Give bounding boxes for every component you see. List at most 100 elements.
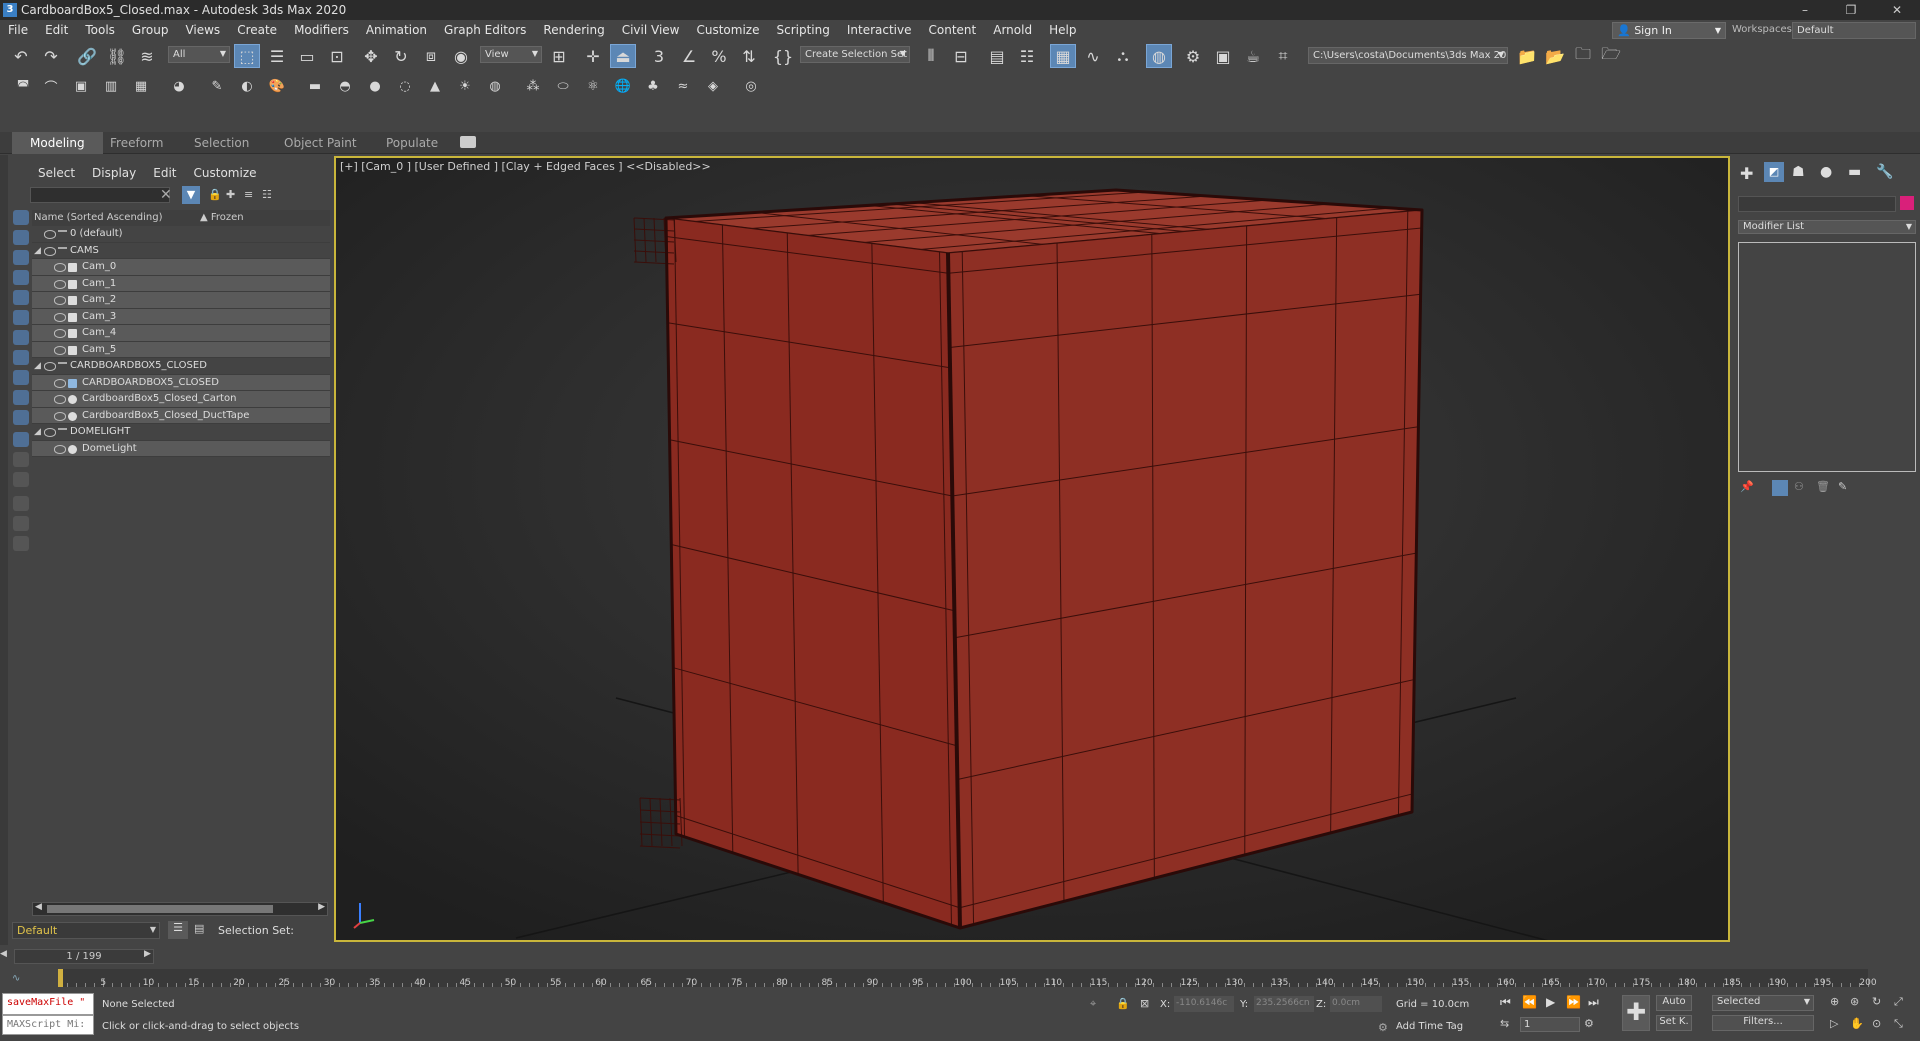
utilities-tab-icon[interactable]: 🔧 xyxy=(1876,164,1893,180)
spacewarp-panel-icon[interactable] xyxy=(13,350,29,365)
torus-icon[interactable]: ◌ xyxy=(392,74,418,98)
menu-rendering[interactable]: Rendering xyxy=(535,20,613,41)
set-key-button[interactable]: Set K. xyxy=(1656,1015,1692,1031)
create-selection-set-dropdown[interactable]: Create Selection Set ▼ xyxy=(800,46,910,63)
lock-icon[interactable]: 🔒 xyxy=(208,188,222,201)
explorer-menu-select[interactable]: Select xyxy=(30,166,84,180)
undo-icon[interactable]: ↶ xyxy=(8,44,34,68)
rotate-icon[interactable]: ↻ xyxy=(388,44,414,68)
explorer-row[interactable]: Cam_0 xyxy=(32,259,330,276)
expand-toggle-icon[interactable]: ◢ xyxy=(34,424,41,440)
key-mode-toggle-icon[interactable]: ⇆ xyxy=(1500,1017,1509,1030)
current-layer-dropdown[interactable]: Default ▼ xyxy=(12,922,160,939)
workspace-dropdown[interactable]: Default xyxy=(1792,22,1916,39)
render-setup-icon[interactable]: ⚙ xyxy=(1180,44,1206,68)
menu-file[interactable]: File xyxy=(0,20,37,41)
xref-panel-icon[interactable] xyxy=(13,452,29,467)
restore-button[interactable]: ❐ xyxy=(1828,0,1874,20)
palette-icon[interactable]: 🎨 xyxy=(264,74,290,98)
layer-manager-icon[interactable]: ☰ xyxy=(168,921,188,939)
selection-set-icon[interactable]: ▤ xyxy=(194,922,204,935)
explorer-horizontal-scrollbar[interactable]: ◀ ▶ xyxy=(32,902,328,916)
explorer-row[interactable]: DomeLight xyxy=(32,440,330,457)
expand-toggle-icon[interactable]: ◢ xyxy=(34,243,41,259)
motion-tab-icon[interactable]: ● xyxy=(1820,164,1832,180)
visibility-eye-icon[interactable] xyxy=(54,312,66,322)
project-folder-dropdown[interactable]: C:\Users\costa\Documents\3ds Max 2020 ▼ xyxy=(1308,47,1508,64)
snap-3d-icon[interactable]: 3 xyxy=(646,44,672,68)
create-panel-icon[interactable] xyxy=(13,210,29,225)
menu-scripting[interactable]: Scripting xyxy=(768,20,838,41)
explorer-row[interactable]: ◢ DOMELIGHT xyxy=(32,424,330,441)
rect-selection-icon[interactable]: ▭ xyxy=(294,44,320,68)
explorer-menu-customize[interactable]: Customize xyxy=(186,166,266,180)
y-coordinate-field[interactable]: 235.2566cn xyxy=(1254,996,1314,1012)
pan-icon[interactable]: ✋ xyxy=(1850,1017,1864,1030)
tab-object-paint[interactable]: Object Paint xyxy=(266,132,375,154)
visibility-eye-icon[interactable] xyxy=(54,395,66,404)
selection-filter-dropdown[interactable]: All ▼ xyxy=(168,46,230,63)
minimize-button[interactable]: – xyxy=(1782,0,1828,20)
visibility-eye-icon[interactable] xyxy=(54,263,66,272)
explorer-row[interactable]: ◢ CAMS xyxy=(32,243,330,259)
explorer-row[interactable]: Cam_5 xyxy=(32,341,330,358)
dome-icon[interactable]: ◓ xyxy=(332,74,358,98)
unlink-icon[interactable]: ⛓ xyxy=(104,44,130,68)
maxscript-listener-output[interactable]: saveMaxFile " xyxy=(2,993,94,1015)
sun-icon[interactable]: ☀ xyxy=(452,74,478,98)
menu-modifiers[interactable]: Modifiers xyxy=(286,20,358,41)
selection-lock-icon[interactable]: 🔒 xyxy=(1116,997,1130,1010)
menu-arnold[interactable]: Arnold xyxy=(985,20,1041,41)
x-coordinate-field[interactable]: -110.6146c xyxy=(1174,996,1234,1012)
display-tab-icon[interactable]: ▬ xyxy=(1848,164,1861,180)
scroll-left-icon[interactable]: ◀ xyxy=(35,902,42,912)
auto-key-button[interactable]: Auto xyxy=(1656,995,1692,1011)
bind-space-warp-icon[interactable]: ≋ xyxy=(134,44,160,68)
keyboard-shortcut-override-icon[interactable]: ⏏ xyxy=(610,44,636,68)
explorer-row[interactable]: 0 (default) xyxy=(32,226,330,243)
render-iterative-icon[interactable]: ⌗ xyxy=(1270,44,1296,68)
modify-panel-icon[interactable] xyxy=(13,390,29,405)
lasso-icon[interactable]: ⌒ xyxy=(38,74,64,98)
pin-stack-icon[interactable]: 📌 xyxy=(1740,480,1754,493)
timeline-left-arrow[interactable]: ◀ xyxy=(0,949,8,965)
select-panel-icon[interactable] xyxy=(13,230,29,245)
tab-populate[interactable]: Populate xyxy=(368,132,456,154)
particles-icon[interactable]: ⁂ xyxy=(520,74,546,98)
visibility-eye-icon[interactable] xyxy=(54,411,66,421)
toggle-scene-explorer-icon[interactable]: ▤ xyxy=(984,44,1010,68)
close-button[interactable]: ✕ xyxy=(1874,0,1920,20)
ribbon-options-icon[interactable] xyxy=(460,136,476,148)
mirror-icon[interactable]: ⫴ xyxy=(918,44,944,68)
camera-panel-icon[interactable] xyxy=(13,270,29,285)
align-icon[interactable]: ⊟ xyxy=(948,44,974,68)
tab-selection[interactable]: Selection xyxy=(176,132,267,154)
add-key-button[interactable]: ✚ xyxy=(1622,995,1650,1031)
leaf-icon[interactable]: ♣ xyxy=(640,74,666,98)
z-coordinate-field[interactable]: 0.0cm xyxy=(1330,996,1382,1012)
timeline-right-arrow[interactable]: ▶ xyxy=(144,949,151,959)
time-slider-cursor[interactable] xyxy=(58,969,63,987)
expand-toggle-icon[interactable]: ◢ xyxy=(34,358,41,374)
create-tab-icon[interactable]: ✚ xyxy=(1740,164,1753,183)
curve-editor-mini-icon[interactable]: ∿ xyxy=(12,973,20,984)
edit-named-selection-icon[interactable]: {} xyxy=(770,44,796,68)
walk-through-icon[interactable]: ⊙ xyxy=(1872,1017,1881,1030)
isolate-selection-icon[interactable]: ⌖ xyxy=(1090,997,1096,1011)
frame-icon[interactable]: ▣ xyxy=(68,74,94,98)
grid-icon[interactable]: ▦ xyxy=(128,74,154,98)
reference-coordinate-dropdown[interactable]: View ▼ xyxy=(480,46,542,63)
plane-icon[interactable]: ▬ xyxy=(302,74,328,98)
visibility-eye-icon[interactable] xyxy=(44,246,56,256)
hidden-panel-icon[interactable] xyxy=(13,432,29,447)
select-object-icon[interactable]: ⬚ xyxy=(234,44,260,68)
rendered-frame-window-icon[interactable]: ▣ xyxy=(1210,44,1236,68)
project-folder-icon[interactable]: 📁 xyxy=(1514,44,1540,68)
menu-customize[interactable]: Customize xyxy=(688,20,768,41)
explorer-search-input[interactable] xyxy=(30,187,170,203)
orbit-icon[interactable]: ↻ xyxy=(1872,995,1881,1008)
time-slider[interactable]: 1 / 199 xyxy=(14,949,154,964)
funnel-panel-icon[interactable] xyxy=(13,516,29,531)
curve-editor-icon[interactable]: ∿ xyxy=(1080,44,1106,68)
percent-snap-icon[interactable]: % xyxy=(706,44,732,68)
